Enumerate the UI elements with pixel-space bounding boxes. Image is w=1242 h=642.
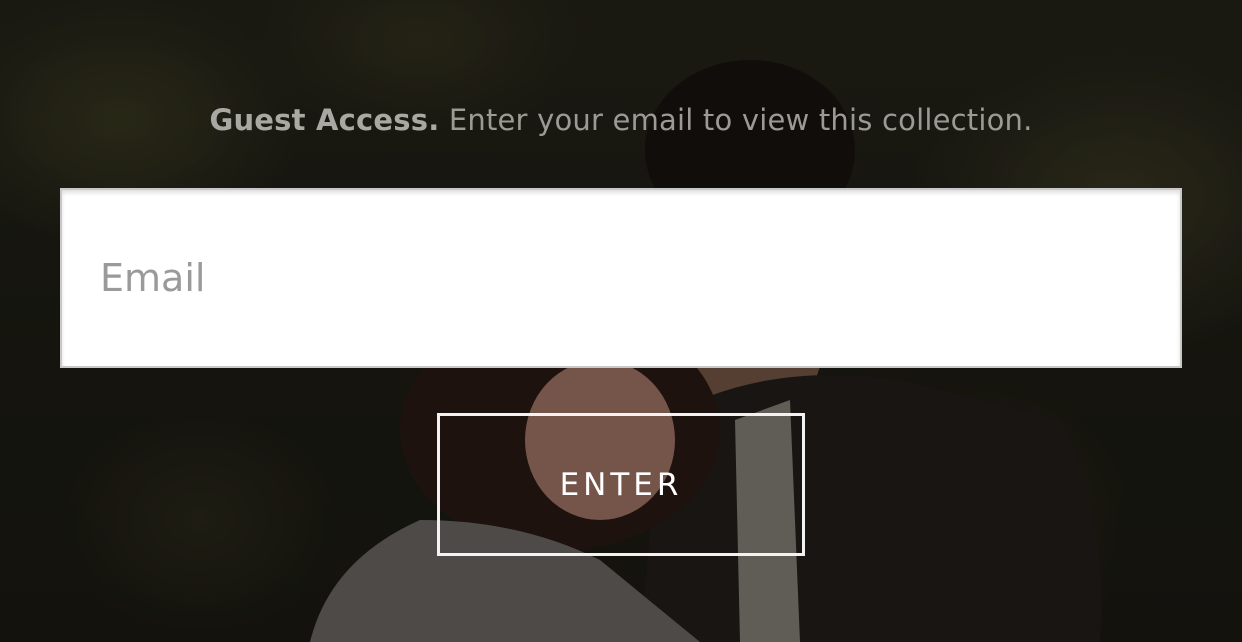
email-input[interactable] [60,188,1182,368]
guest-access-page: Guest Access. Enter your email to view t… [0,0,1242,642]
guest-access-instruction: Enter your email to view this collection… [439,103,1033,137]
guest-access-title: Guest Access. [209,103,440,137]
enter-button[interactable]: ENTER [437,413,805,556]
guest-access-message: Guest Access. Enter your email to view t… [0,100,1242,140]
